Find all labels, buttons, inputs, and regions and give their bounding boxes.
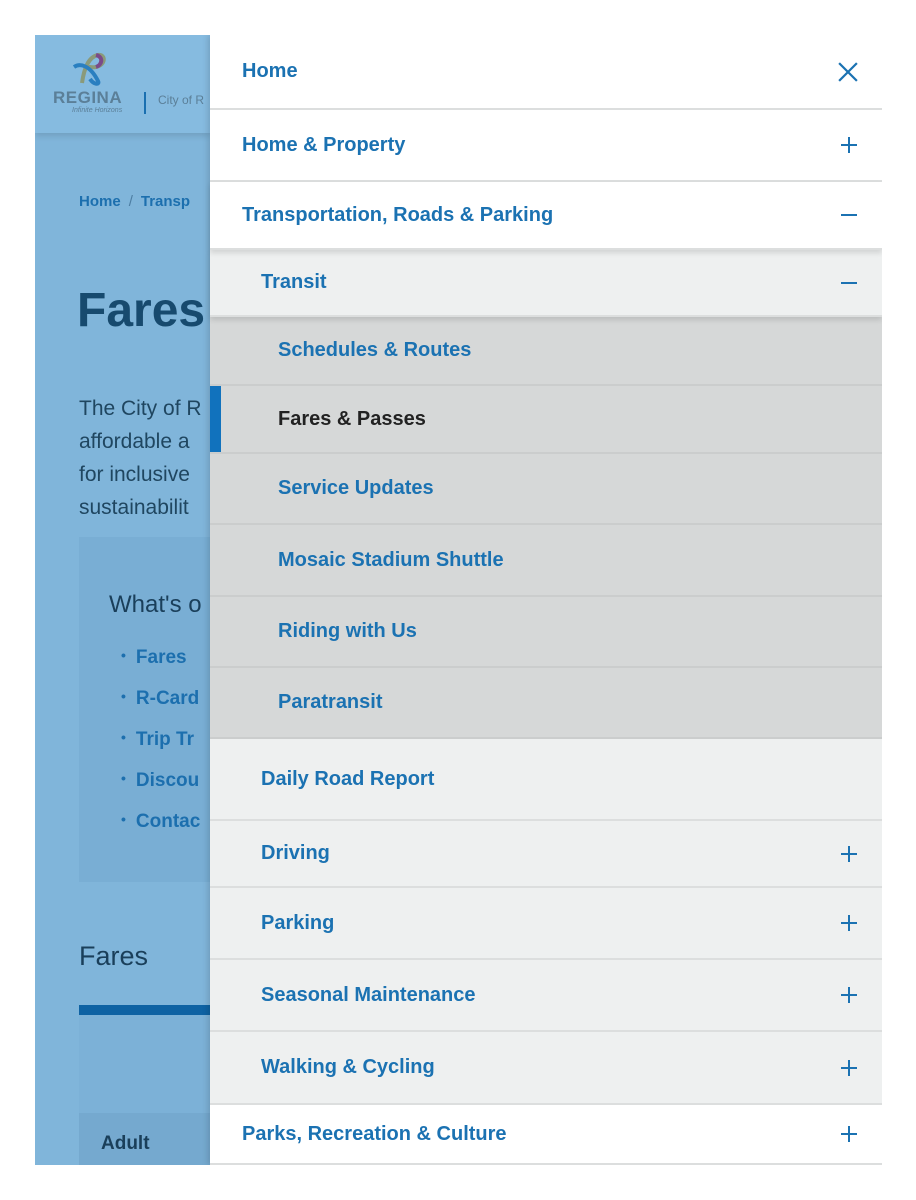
intro-line: affordable a xyxy=(79,430,190,453)
table-header xyxy=(79,1015,210,1113)
menu-item-driving[interactable]: Driving xyxy=(210,821,882,888)
site-name: City of R xyxy=(158,93,205,107)
logo-tagline: Infinite Horizons xyxy=(72,107,123,114)
table-row: Adult xyxy=(79,1113,210,1165)
breadcrumb: Home / Transp xyxy=(79,193,190,210)
menu-item-label: Transportation, Roads & Parking xyxy=(242,203,554,226)
plus-icon[interactable] xyxy=(840,914,858,932)
site-header: REGINA Infinite Horizons City of R xyxy=(35,35,210,133)
menu-item-seasonal-maintenance[interactable]: Seasonal Maintenance xyxy=(210,960,882,1032)
intro-text: The City of R affordable a for inclusive… xyxy=(79,392,202,524)
menu-item-label: Daily Road Report xyxy=(261,767,435,790)
on-this-page-link[interactable]: Contac xyxy=(109,811,200,852)
menu-item-label: Walking & Cycling xyxy=(261,1056,435,1078)
regina-logo-icon xyxy=(72,53,106,86)
menu-item-label: Service Updates xyxy=(278,477,434,499)
close-icon[interactable] xyxy=(838,61,858,82)
background-page: REGINA Infinite Horizons City of R Home /… xyxy=(35,35,210,1165)
on-this-page-link[interactable]: Discou xyxy=(109,770,200,811)
menu-item-label: Paratransit xyxy=(278,691,383,713)
plus-icon[interactable] xyxy=(840,1059,858,1077)
on-this-page-link[interactable]: Fares xyxy=(109,647,200,688)
menu-item-label: Riding with Us xyxy=(278,620,417,642)
menu-item-paratransit[interactable]: Paratransit xyxy=(210,668,882,739)
menu-item-label: Transit xyxy=(261,271,327,293)
intro-line: The City of R xyxy=(79,397,202,420)
active-indicator xyxy=(210,386,221,452)
menu-item-home-property[interactable]: Home & Property xyxy=(210,110,882,182)
logo-divider xyxy=(144,92,146,114)
menu-item-riding-with-us[interactable]: Riding with Us xyxy=(210,597,882,668)
menu-item-daily-road-report[interactable]: Daily Road Report xyxy=(210,739,882,821)
breadcrumb-home[interactable]: Home xyxy=(79,193,121,210)
on-this-page-box: What's o Fares R-Card Trip Tr Discou Con… xyxy=(79,537,210,882)
minus-icon[interactable] xyxy=(840,274,858,292)
menu-item-mosaic-stadium-shuttle[interactable]: Mosaic Stadium Shuttle xyxy=(210,525,882,597)
menu-item-label: Home & Property xyxy=(242,133,406,156)
menu-item-label: Mosaic Stadium Shuttle xyxy=(278,548,504,571)
menu-item-label: Seasonal Maintenance xyxy=(261,983,476,1006)
menu-item-label: Parking xyxy=(261,911,335,934)
table-cell: Adult xyxy=(101,1133,150,1154)
menu-item-walking-cycling[interactable]: Walking & Cycling xyxy=(210,1032,882,1105)
navigation-menu: Home Home & Property Transportation, Roads… xyxy=(210,35,882,1165)
breadcrumb-transportation[interactable]: Transp xyxy=(141,193,190,210)
page: REGINA Infinite Horizons City of R Home /… xyxy=(35,35,882,1165)
on-this-page-link[interactable]: R-Card xyxy=(109,688,200,729)
menu-item-fares-passes[interactable]: Fares & Passes xyxy=(210,386,882,454)
menu-item-transportation-roads-parking[interactable]: Transportation, Roads & Parking xyxy=(210,182,882,250)
plus-icon[interactable] xyxy=(840,136,858,154)
table-header-bar xyxy=(79,1005,210,1015)
logo-wordmark: REGINA xyxy=(53,88,123,107)
menu-item-label: Driving xyxy=(261,842,330,864)
menu-item-service-updates[interactable]: Service Updates xyxy=(210,454,882,525)
menu-item-label: Home xyxy=(242,60,298,82)
section-heading: Fares xyxy=(79,941,149,971)
menu-item-home[interactable]: Home xyxy=(210,35,882,110)
page-title: Fares xyxy=(77,284,206,337)
menu-item-label: Schedules & Routes xyxy=(278,339,472,361)
menu-item-label: Fares & Passes xyxy=(278,407,426,430)
menu-item-parks-recreation-culture[interactable]: Parks, Recreation & Culture xyxy=(210,1105,882,1165)
minus-icon[interactable] xyxy=(840,206,858,224)
menu-item-parking[interactable]: Parking xyxy=(210,888,882,960)
plus-icon[interactable] xyxy=(840,986,858,1004)
plus-icon[interactable] xyxy=(840,845,858,863)
menu-item-label: Parks, Recreation & Culture xyxy=(242,1122,507,1145)
menu-item-schedules-routes[interactable]: Schedules & Routes xyxy=(210,317,882,386)
breadcrumb-separator: / xyxy=(128,193,133,210)
on-this-page-heading: What's o xyxy=(109,591,202,618)
plus-icon[interactable] xyxy=(840,1125,858,1143)
menu-item-transit[interactable]: Transit xyxy=(210,250,882,317)
on-this-page-link[interactable]: Trip Tr xyxy=(109,729,200,770)
intro-line: for inclusive xyxy=(79,463,190,486)
intro-line: sustainabilit xyxy=(79,496,189,519)
